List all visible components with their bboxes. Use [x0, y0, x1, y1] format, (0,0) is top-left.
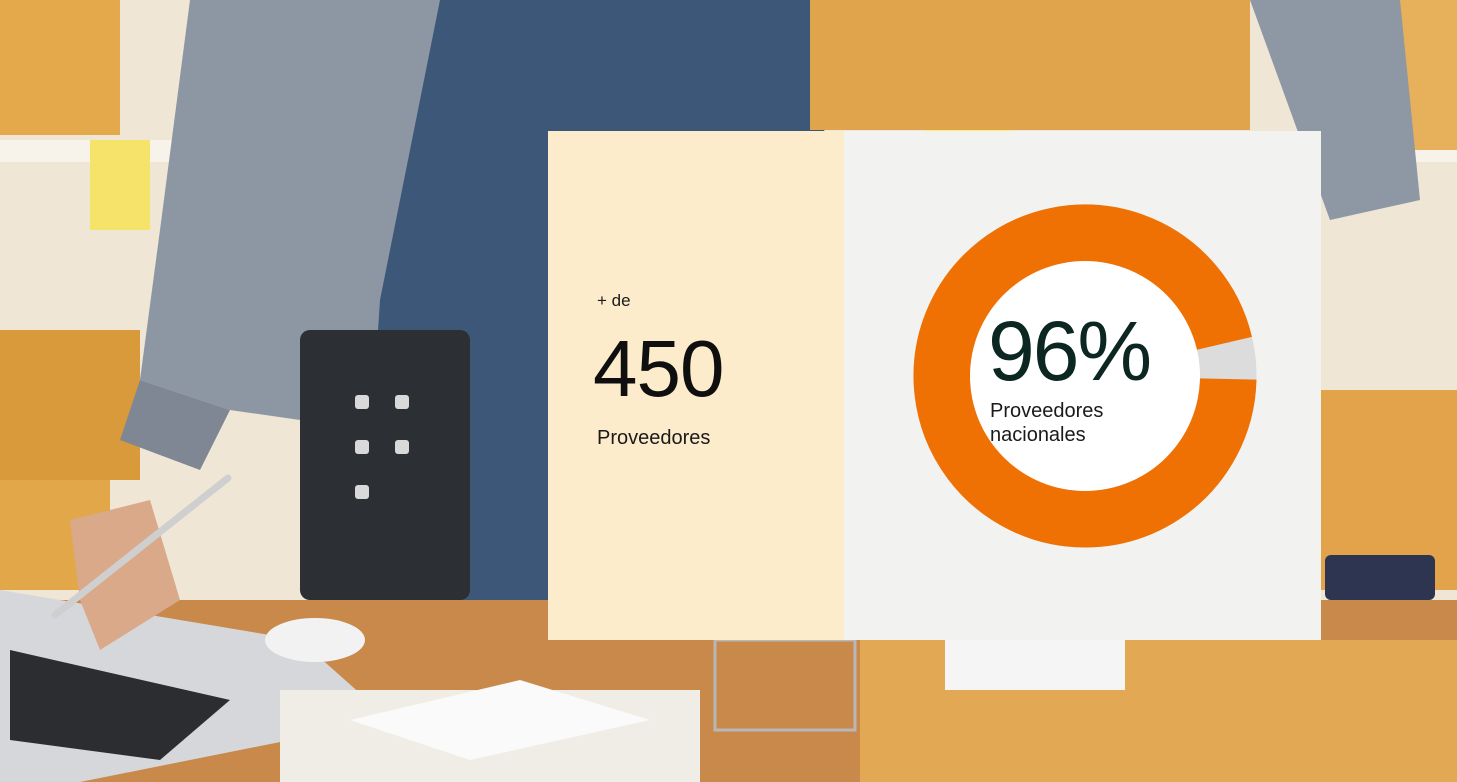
national-stat-panel: 96% Proveedores nacionales	[844, 131, 1321, 640]
providers-stat-panel: + de 450 Proveedores	[548, 131, 844, 640]
providers-label: Proveedores	[597, 427, 711, 449]
national-percent: 96%	[988, 304, 1152, 398]
stats-card: + de 450 Proveedores 96% Proveedores nac…	[548, 131, 1321, 640]
national-label: Proveedores nacionales	[990, 400, 1104, 446]
providers-count: 450	[593, 324, 724, 413]
hero-section: + de 450 Proveedores 96% Proveedores nac…	[0, 0, 1457, 782]
providers-prefix: + de	[597, 291, 631, 310]
